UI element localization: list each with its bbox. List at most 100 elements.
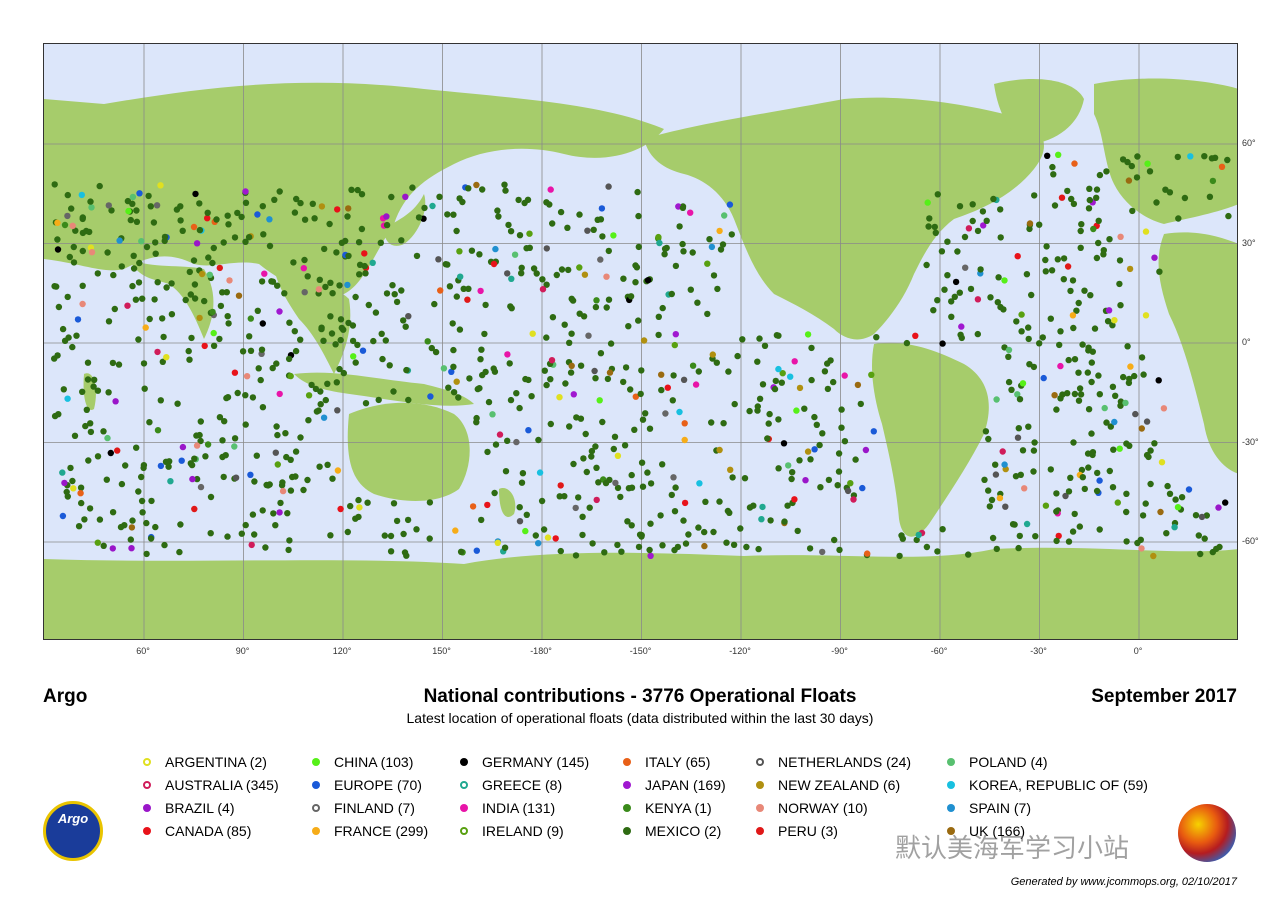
float-marker	[305, 392, 313, 399]
float-marker	[476, 251, 483, 258]
float-marker	[91, 376, 98, 383]
float-marker	[1103, 419, 1110, 426]
float-marker	[1077, 227, 1084, 235]
float-marker	[359, 347, 367, 354]
float-marker	[224, 212, 231, 219]
float-marker	[279, 479, 286, 486]
float-marker	[186, 356, 193, 363]
float-marker	[694, 299, 701, 306]
float-marker	[402, 323, 409, 330]
float-marker	[1058, 194, 1066, 201]
float-marker	[841, 372, 848, 379]
float-marker	[1057, 328, 1064, 335]
float-marker	[755, 545, 762, 553]
float-marker	[813, 421, 820, 428]
float-marker	[496, 431, 504, 438]
float-marker	[188, 334, 195, 342]
float-marker	[767, 517, 774, 524]
float-marker	[216, 335, 223, 343]
float-marker	[997, 234, 1004, 241]
float-marker	[264, 482, 272, 489]
float-marker	[765, 420, 772, 427]
float-marker	[1117, 233, 1124, 240]
float-marker	[772, 377, 779, 385]
float-marker	[710, 272, 718, 279]
float-marker	[427, 393, 434, 400]
float-marker	[611, 433, 619, 440]
float-marker	[286, 319, 293, 326]
float-marker	[597, 256, 604, 263]
float-marker	[238, 213, 245, 221]
float-marker	[243, 373, 251, 380]
float-marker	[390, 388, 397, 395]
float-marker	[661, 245, 669, 252]
float-marker	[1157, 508, 1164, 516]
float-marker	[1069, 277, 1077, 284]
float-marker	[1016, 532, 1023, 540]
float-marker	[176, 548, 183, 556]
float-marker	[1089, 449, 1097, 456]
float-marker	[547, 186, 554, 193]
latitude-tick-label: 60°	[1242, 138, 1256, 148]
float-marker	[808, 376, 815, 384]
float-marker	[1081, 485, 1089, 493]
float-marker	[620, 275, 627, 282]
float-marker	[247, 315, 254, 322]
float-marker	[129, 193, 137, 201]
float-marker	[979, 208, 987, 215]
float-marker	[701, 528, 708, 536]
float-marker	[1117, 302, 1124, 309]
float-marker	[477, 356, 484, 363]
float-marker	[585, 332, 592, 339]
float-marker	[224, 533, 231, 540]
float-marker	[276, 509, 283, 516]
float-marker	[1050, 171, 1057, 178]
float-marker	[82, 422, 89, 430]
legend-marker-icon	[143, 827, 151, 835]
float-marker	[836, 546, 843, 554]
legend-label: IRELAND (9)	[482, 823, 564, 839]
float-marker	[717, 246, 725, 253]
float-marker	[87, 198, 94, 205]
float-marker	[201, 342, 208, 350]
float-marker	[1053, 537, 1060, 545]
float-marker	[281, 290, 288, 297]
float-marker	[1001, 461, 1008, 468]
float-marker	[1015, 544, 1022, 552]
float-marker	[334, 206, 341, 213]
float-marker	[86, 228, 93, 236]
float-marker	[954, 248, 961, 255]
float-marker	[128, 545, 135, 552]
float-marker	[216, 414, 224, 421]
float-marker	[193, 442, 201, 449]
float-marker	[638, 459, 646, 466]
south-america	[871, 342, 989, 537]
float-marker	[311, 215, 318, 222]
float-marker	[477, 287, 484, 295]
float-marker	[553, 271, 560, 279]
float-marker	[992, 461, 999, 468]
float-marker	[716, 446, 723, 454]
float-marker	[383, 290, 391, 297]
float-marker	[567, 369, 575, 376]
float-marker	[391, 291, 398, 298]
longitude-tick-label: 60°	[136, 646, 150, 656]
float-marker	[87, 428, 95, 436]
float-marker	[491, 489, 498, 497]
float-marker	[606, 476, 613, 484]
float-marker	[213, 216, 220, 223]
float-marker	[850, 496, 857, 503]
float-marker	[788, 475, 795, 483]
float-marker	[1143, 418, 1151, 425]
float-marker	[804, 448, 812, 455]
float-marker	[1030, 447, 1038, 454]
float-marker	[659, 461, 666, 468]
float-marker	[969, 201, 976, 208]
legend-item: IRELAND (9)	[460, 822, 564, 840]
float-marker	[835, 450, 843, 457]
float-marker	[110, 271, 117, 279]
float-marker	[796, 384, 804, 392]
float-marker	[898, 532, 905, 539]
float-marker	[152, 239, 159, 246]
float-marker	[990, 195, 997, 203]
